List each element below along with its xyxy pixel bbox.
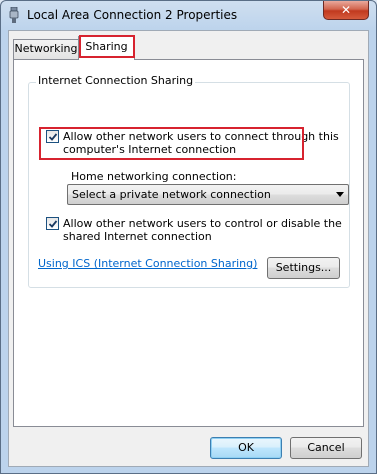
dialog-client-area: Networking Sharing Internet Connection S… [8, 30, 369, 467]
tab-networking[interactable]: Networking [13, 39, 79, 59]
checkmark-icon [48, 220, 58, 228]
window-title: Local Area Connection 2 Properties [27, 8, 238, 22]
allow-control-label-line1[interactable]: Allow other network users to control or … [63, 217, 342, 230]
settings-button[interactable]: Settings... [267, 257, 340, 279]
properties-window: Local Area Connection 2 Properties ✕ Net… [0, 0, 377, 474]
cancel-button[interactable]: Cancel [290, 437, 362, 459]
ok-button[interactable]: OK [210, 437, 282, 459]
allow-control-label-line2[interactable]: shared Internet connection [63, 230, 212, 243]
chevron-down-icon [336, 192, 344, 197]
ics-help-link[interactable]: Using ICS (Internet Connection Sharing) [38, 257, 257, 270]
home-network-select[interactable]: Select a private network connection [67, 184, 349, 205]
allow-connect-highlight [39, 127, 304, 160]
network-adapter-icon [9, 6, 19, 23]
ics-group-label: Internet Connection Sharing [36, 74, 196, 87]
home-network-select-value: Select a private network connection [72, 188, 271, 201]
sharing-tab-panel: Internet Connection Sharing Allow other … [13, 59, 364, 427]
close-icon: ✕ [340, 3, 352, 17]
title-bar[interactable]: Local Area Connection 2 Properties ✕ [1, 1, 376, 29]
close-button[interactable]: ✕ [323, 1, 369, 20]
allow-control-checkbox[interactable] [46, 217, 59, 230]
home-network-label: Home networking connection: [71, 170, 237, 183]
sharing-tab-highlight [79, 35, 135, 58]
